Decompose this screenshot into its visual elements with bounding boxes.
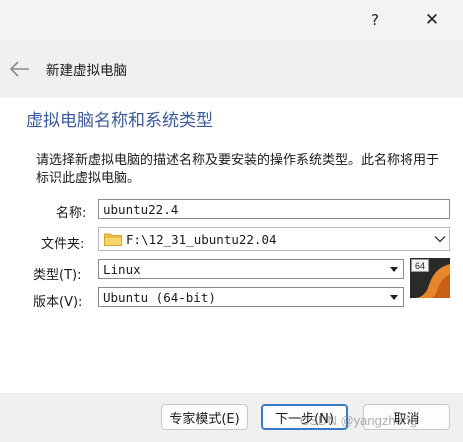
expert-mode-button[interactable]: 专家模式(E): [161, 404, 248, 430]
type-label: 类型(T):: [33, 268, 82, 283]
dropdown-arrow-icon[interactable]: [385, 260, 403, 278]
type-value: Linux: [103, 261, 141, 277]
name-input[interactable]: [98, 199, 450, 219]
chevron-down-icon[interactable]: [431, 228, 449, 250]
version-label: 版本(V):: [33, 295, 83, 310]
version-select[interactable]: Ubuntu (64-bit): [98, 287, 404, 307]
dropdown-arrow-icon[interactable]: [385, 288, 403, 306]
watermark: CSDN @yangzhong: [300, 413, 418, 428]
folder-value: F:\12_31_ubuntu22.04: [126, 231, 277, 247]
title-bar: ? ✕: [0, 0, 463, 40]
wizard-title: 新建虚拟电脑: [46, 63, 127, 79]
page-heading: 虚拟电脑名称和系统类型: [26, 111, 213, 131]
os-badge-text: 64: [415, 261, 425, 271]
folder-icon: [104, 233, 122, 246]
wizard-header: 新建虚拟电脑: [0, 40, 463, 98]
close-button[interactable]: ✕: [418, 6, 446, 34]
ubuntu-os-icon: 64: [410, 258, 450, 298]
folder-label: 文件夹:: [41, 237, 85, 252]
name-label: 名称:: [56, 206, 87, 221]
help-button[interactable]: ?: [361, 6, 389, 34]
content-panel: 虚拟电脑名称和系统类型 请选择新虚拟电脑的描述名称及要安装的操作系统类型。此名称…: [0, 98, 463, 393]
version-value: Ubuntu (64-bit): [103, 289, 216, 305]
type-select[interactable]: Linux: [98, 259, 404, 279]
folder-combobox[interactable]: F:\12_31_ubuntu22.04: [98, 227, 450, 251]
back-arrow-icon[interactable]: [9, 59, 31, 79]
page-description: 请选择新虚拟电脑的描述名称及要安装的操作系统类型。此名称将用于标识此虚拟电脑。: [36, 153, 440, 186]
